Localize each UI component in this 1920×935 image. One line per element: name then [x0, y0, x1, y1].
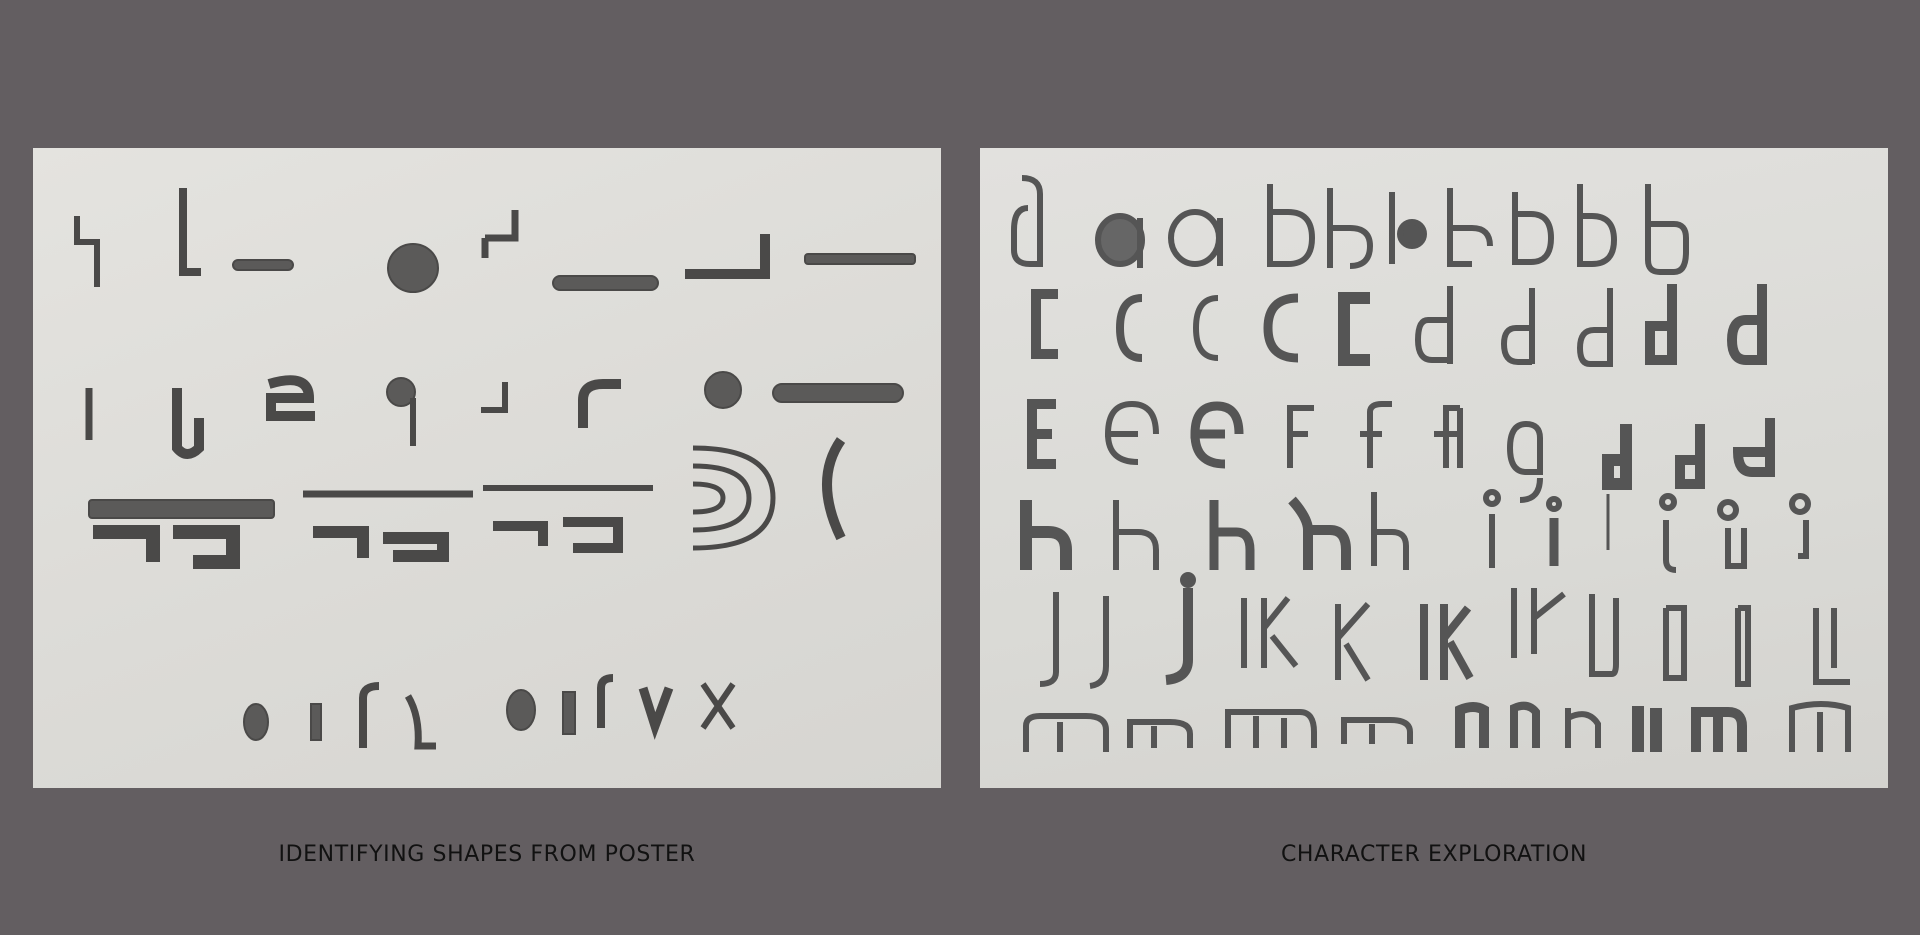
- character-sketch-image: [980, 148, 1888, 788]
- shapes-sketch-image: [33, 148, 941, 788]
- character-sketch-drawing: [1011, 175, 1851, 752]
- page: IDENTIFYING SHAPES FROM POSTER CHARACTER…: [0, 0, 1920, 935]
- caption-character-exploration: CHARACTER EXPLORATION: [1280, 842, 1588, 867]
- shapes-sketch-drawing: [74, 188, 916, 750]
- caption-shapes-from-poster: IDENTIFYING SHAPES FROM POSTER: [278, 842, 696, 867]
